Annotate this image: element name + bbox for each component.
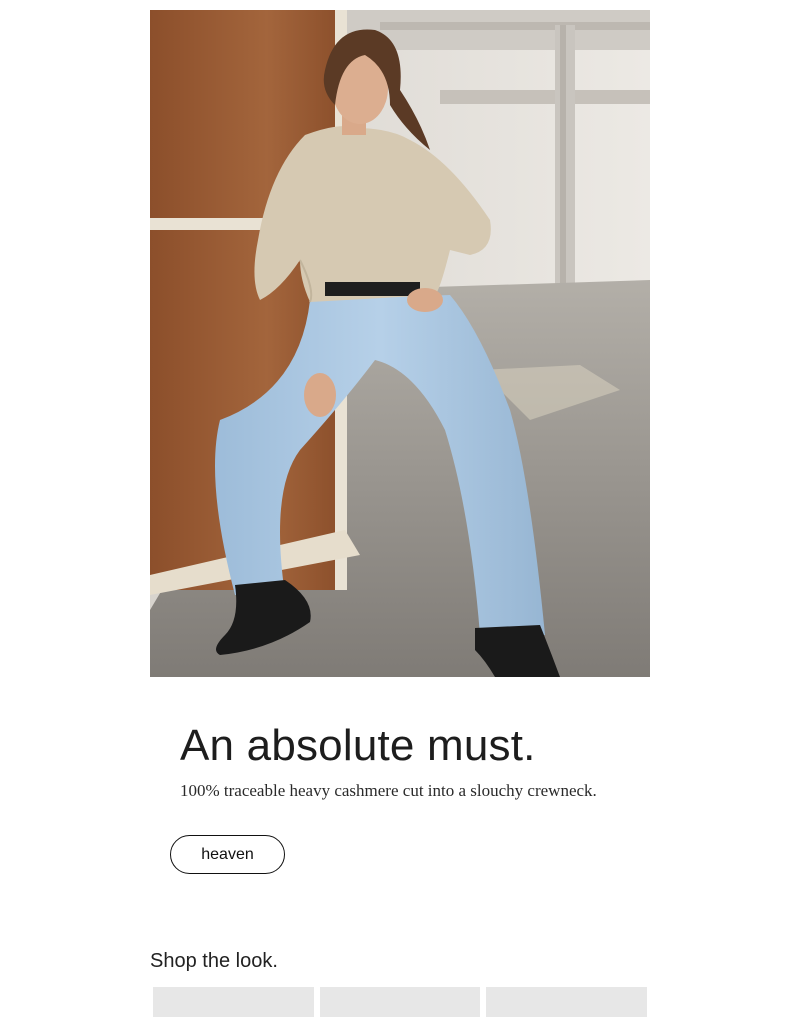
shop-the-look-title: Shop the look. — [150, 950, 278, 972]
feature-headline: An absolute must. — [180, 721, 536, 770]
feature-subtext: 100% traceable heavy cashmere cut into a… — [180, 781, 597, 800]
hero-photo — [150, 10, 650, 677]
product-tile[interactable] — [153, 987, 314, 1017]
product-tile[interactable] — [486, 987, 648, 1017]
hero-image[interactable] — [150, 10, 650, 677]
heaven-button[interactable]: heaven — [170, 835, 285, 874]
product-tile[interactable] — [319, 987, 481, 1017]
product-tiles — [153, 987, 648, 1017]
